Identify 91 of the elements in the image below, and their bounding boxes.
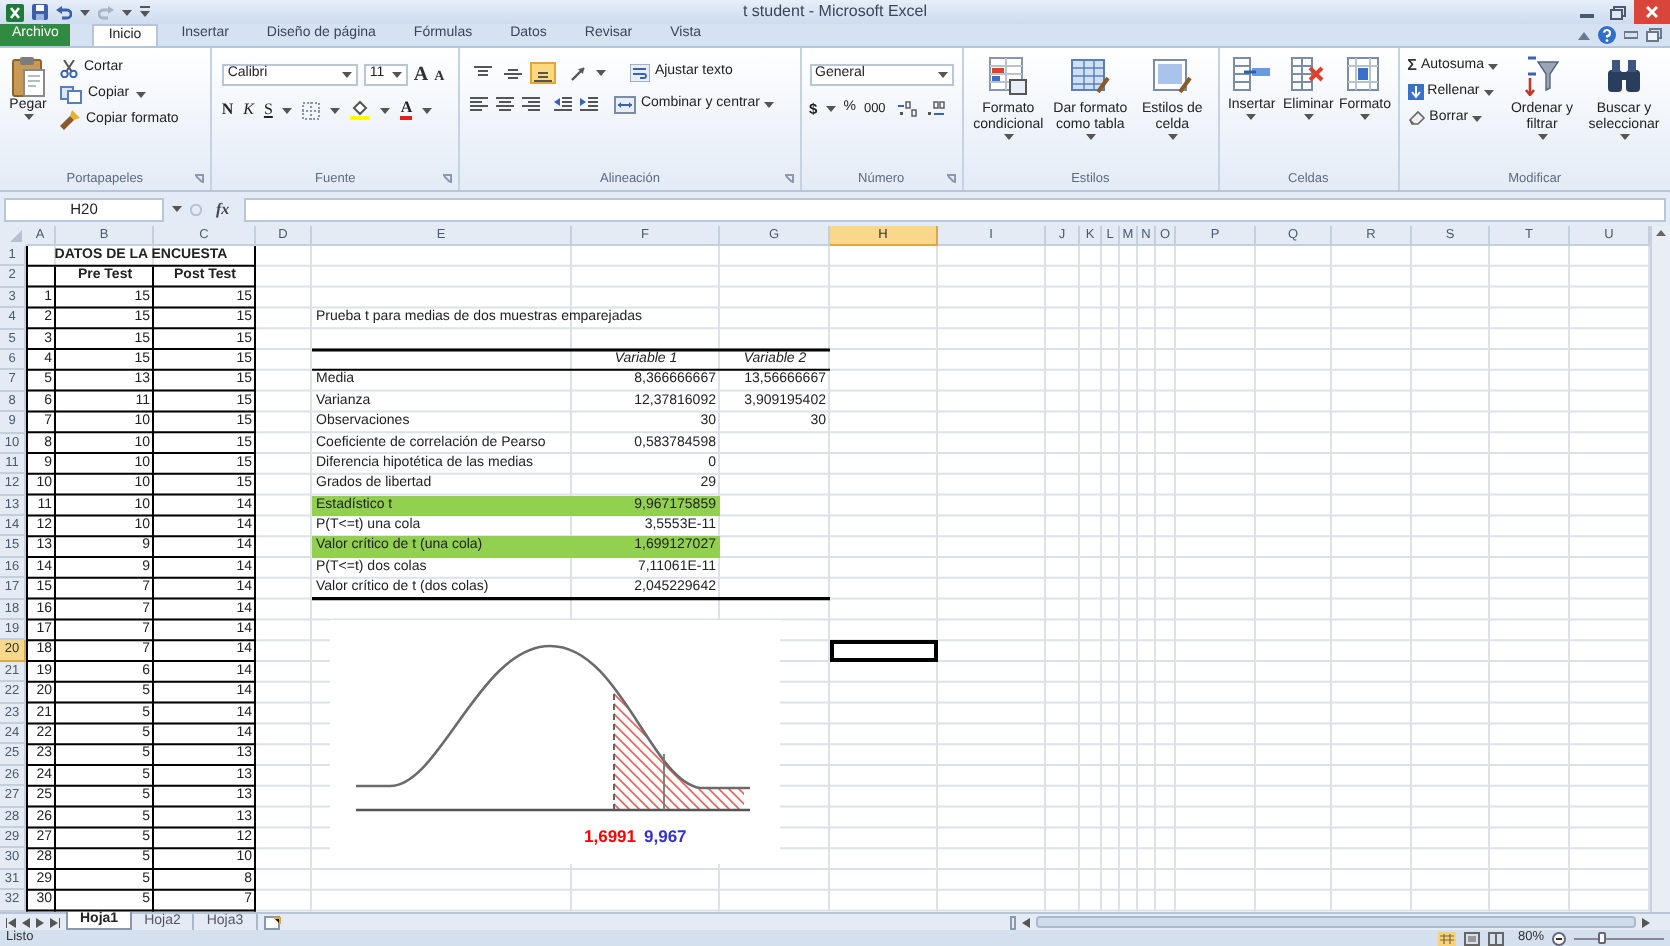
page-break-icon[interactable] bbox=[1487, 931, 1504, 945]
font-color-button[interactable]: A bbox=[400, 100, 413, 120]
caret-icon bbox=[1619, 134, 1629, 140]
format-cells-icon bbox=[1344, 56, 1385, 92]
eraser-icon bbox=[1407, 110, 1426, 126]
help-icon[interactable] bbox=[1598, 26, 1616, 44]
minimize-icon[interactable] bbox=[1624, 30, 1638, 40]
align-right-icon[interactable] bbox=[522, 96, 541, 113]
customize-toolbar-icon[interactable] bbox=[140, 6, 150, 18]
fill-color-icon[interactable] bbox=[350, 100, 371, 120]
caret-icon bbox=[80, 9, 90, 15]
caret-icon bbox=[330, 107, 341, 113]
scissors-icon bbox=[60, 59, 78, 77]
increase-decimal-icon[interactable] bbox=[897, 100, 918, 119]
italic-button[interactable]: K bbox=[243, 98, 254, 122]
increase-indent-icon[interactable] bbox=[580, 96, 599, 113]
normal-view-icon[interactable] bbox=[1437, 931, 1456, 945]
align-bottom-button[interactable] bbox=[530, 62, 557, 84]
undo-icon[interactable] bbox=[56, 5, 72, 19]
caret-icon bbox=[1303, 114, 1314, 120]
caret-icon bbox=[1537, 134, 1547, 140]
caret-icon bbox=[172, 206, 182, 212]
text-orientation-icon[interactable] bbox=[570, 65, 589, 81]
vertical-scrollbar[interactable] bbox=[1650, 226, 1670, 912]
formula-input[interactable] bbox=[243, 197, 1666, 221]
caret-icon bbox=[282, 107, 293, 113]
close-icon bbox=[1646, 6, 1658, 18]
caret-icon bbox=[596, 70, 607, 76]
caret-icon bbox=[763, 101, 774, 108]
grow-font-button[interactable]: A bbox=[413, 65, 429, 85]
caret-icon bbox=[391, 72, 402, 78]
bold-button[interactable]: N bbox=[221, 98, 234, 122]
cell-brush-icon bbox=[1152, 56, 1193, 96]
page-layout-icon[interactable] bbox=[1463, 931, 1480, 945]
align-lines-icon bbox=[474, 65, 493, 81]
funnel-icon bbox=[1524, 56, 1560, 96]
caret-icon bbox=[380, 107, 391, 113]
excel-logo-icon[interactable] bbox=[6, 3, 24, 21]
caret-icon bbox=[1085, 134, 1096, 140]
scroll-right-icon[interactable] bbox=[1642, 917, 1650, 927]
caret-icon bbox=[1167, 134, 1178, 140]
next-sheet-icon[interactable] bbox=[36, 917, 44, 927]
caret-icon bbox=[341, 72, 352, 78]
ribbon-collapse-icon[interactable] bbox=[1578, 31, 1590, 39]
caret-icon bbox=[1472, 115, 1483, 121]
window-title: t student - Microsoft Excel bbox=[742, 0, 928, 24]
first-sheet-icon[interactable] bbox=[6, 917, 16, 927]
align-lines-icon bbox=[504, 65, 523, 81]
caret-icon bbox=[1488, 63, 1498, 69]
zoom-out-icon[interactable] bbox=[1552, 931, 1566, 945]
new-sheet-icon[interactable] bbox=[263, 915, 282, 929]
merge-cells-icon bbox=[614, 95, 637, 114]
align-left-icon[interactable] bbox=[470, 96, 489, 113]
caret-icon bbox=[135, 91, 146, 97]
value-label: 9,967 bbox=[644, 824, 687, 850]
value-label: 1,6991 bbox=[584, 824, 636, 850]
active-cell-cursor[interactable] bbox=[830, 640, 938, 662]
clipboard-icon bbox=[11, 56, 45, 98]
zoom-slider-thumb[interactable] bbox=[1597, 932, 1605, 944]
table-brush-icon bbox=[1070, 56, 1111, 96]
insert-cells-icon bbox=[1231, 56, 1272, 92]
caret-icon bbox=[1003, 134, 1014, 140]
caret-icon bbox=[825, 106, 836, 113]
caret-icon bbox=[1483, 89, 1494, 95]
restore-icon[interactable] bbox=[1646, 28, 1662, 42]
decrease-decimal-icon[interactable] bbox=[925, 100, 946, 119]
highlighted-grid-icon bbox=[988, 56, 1029, 96]
caret-icon bbox=[23, 114, 33, 120]
paintbrush-icon bbox=[60, 110, 80, 130]
borders-icon[interactable] bbox=[302, 101, 321, 119]
underline-button[interactable]: S bbox=[263, 98, 273, 122]
last-sheet-icon[interactable] bbox=[50, 917, 60, 927]
caret-icon bbox=[937, 72, 948, 78]
previous-sheet-icon[interactable] bbox=[22, 917, 30, 927]
wrap-text-icon bbox=[630, 64, 651, 82]
caret-icon bbox=[1359, 114, 1370, 120]
restore-icon[interactable] bbox=[1610, 5, 1626, 19]
align-center-icon[interactable] bbox=[496, 96, 515, 113]
caret-icon bbox=[422, 107, 433, 113]
decrease-indent-icon[interactable] bbox=[554, 96, 573, 113]
caret-icon bbox=[1246, 114, 1257, 120]
binoculars-icon bbox=[1606, 56, 1642, 96]
insert-function-label[interactable]: fx bbox=[216, 197, 230, 221]
caret-icon bbox=[122, 9, 132, 15]
save-icon[interactable] bbox=[32, 4, 48, 20]
copy-icon bbox=[60, 85, 82, 103]
scroll-left-icon[interactable] bbox=[1022, 917, 1030, 927]
down-arrow-icon bbox=[1407, 84, 1424, 100]
delete-cells-icon bbox=[1288, 56, 1329, 92]
close-button[interactable] bbox=[1634, 0, 1670, 24]
scroll-up-icon[interactable] bbox=[1656, 230, 1666, 236]
